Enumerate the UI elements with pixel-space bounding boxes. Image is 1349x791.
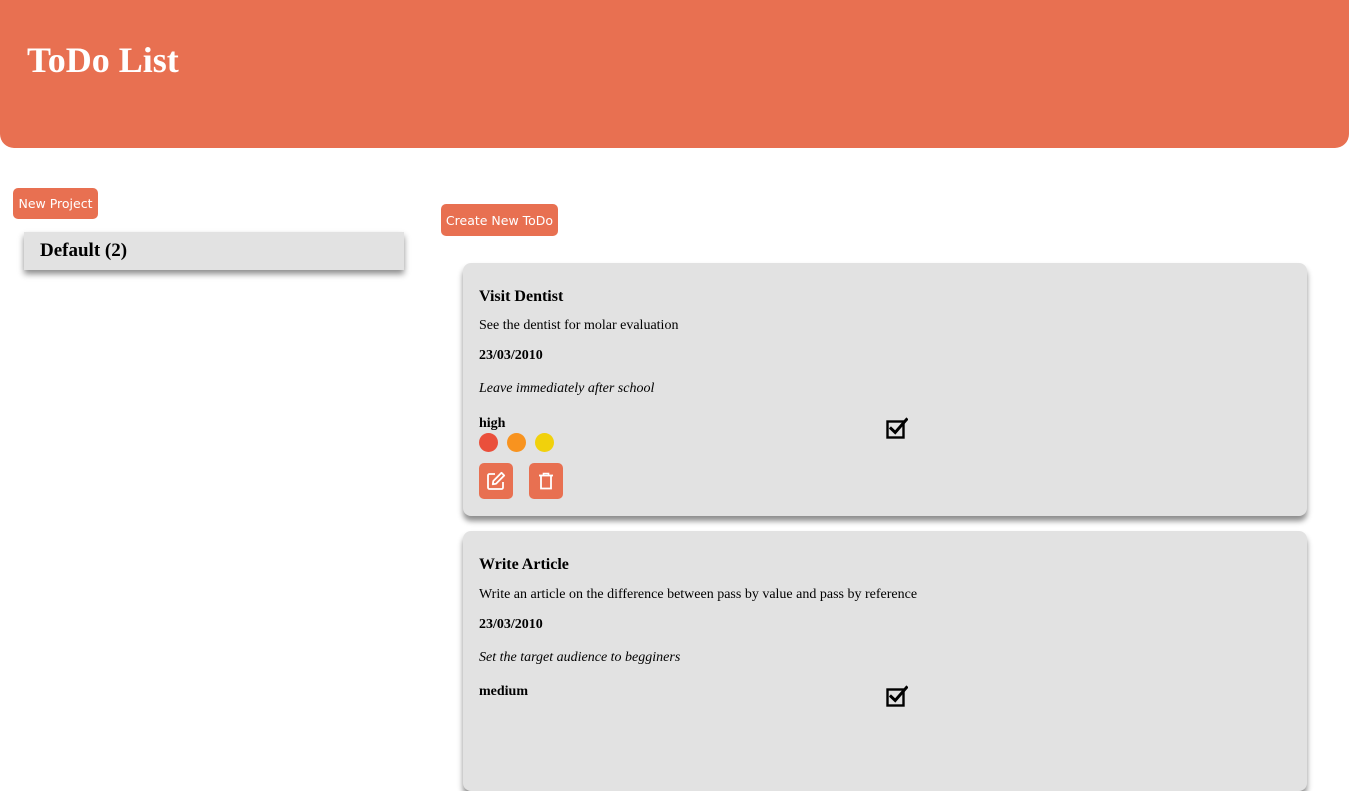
todo-description: Write an article on the difference betwe… — [479, 587, 918, 602]
checkbox-checked-icon[interactable] — [886, 685, 909, 707]
sidebar-item-default-project[interactable]: Default (2) — [24, 232, 404, 270]
new-project-button[interactable]: New Project — [13, 188, 98, 219]
trash-icon — [539, 472, 553, 490]
delete-button[interactable] — [529, 463, 563, 499]
todo-title: Visit Dentist — [479, 288, 564, 305]
todo-due-date: 23/03/2010 — [479, 348, 543, 363]
project-label: Default (2) — [40, 240, 128, 261]
todo-note: Leave immediately after school — [479, 381, 655, 396]
todo-title: Write Article — [479, 556, 569, 573]
todo-card: Write Article Write an article on the di… — [463, 531, 1307, 791]
app-header: ToDo List — [0, 0, 1349, 148]
todo-card: Visit Dentist See the dentist for molar … — [463, 263, 1307, 516]
todo-description: See the dentist for molar evaluation — [479, 318, 679, 333]
todo-priority-label: high — [479, 416, 506, 431]
priority-low-dot[interactable] — [535, 433, 554, 452]
edit-button[interactable] — [479, 463, 513, 499]
priority-selector — [479, 433, 554, 452]
todo-due-date: 23/03/2010 — [479, 617, 543, 632]
priority-high-dot[interactable] — [479, 433, 498, 452]
todo-note: Set the target audience to begginers — [479, 650, 681, 665]
todo-priority-label: medium — [479, 684, 528, 699]
page-title: ToDo List — [27, 40, 179, 80]
create-todo-button[interactable]: Create New ToDo — [441, 204, 558, 236]
edit-icon — [487, 471, 506, 490]
priority-medium-dot[interactable] — [507, 433, 526, 452]
checkbox-checked-icon[interactable] — [886, 417, 909, 439]
